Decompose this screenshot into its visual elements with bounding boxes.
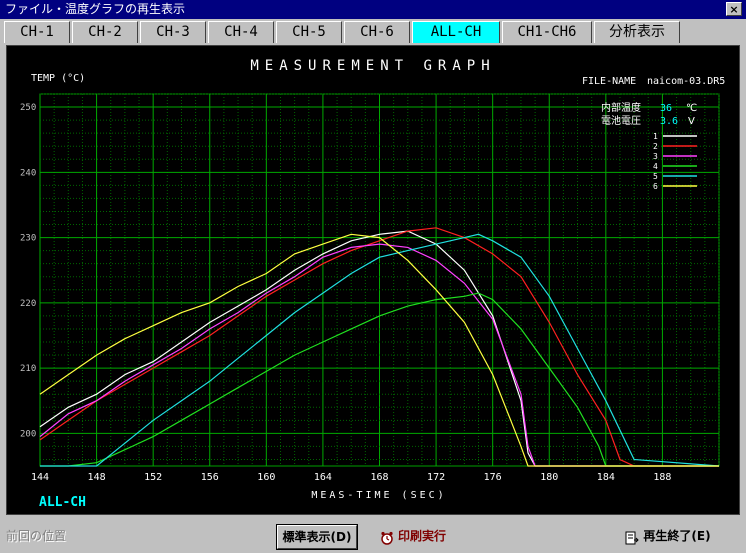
battery-voltage-value: 3.6 <box>660 116 678 127</box>
legend-label-ch5: 5 <box>653 172 658 181</box>
tab-analysis-display[interactable]: 分析表示 <box>594 21 680 43</box>
end-playback-button[interactable]: 再生終了(E) <box>620 525 716 549</box>
x-axis-label: MEAS-TIME (SEC) <box>311 490 446 501</box>
x-tick-label: 180 <box>540 472 558 483</box>
window-title: ファイル・温度グラフの再生表示 <box>5 2 186 16</box>
x-tick-label: 164 <box>314 472 332 483</box>
y-tick-label: 240 <box>20 168 36 178</box>
tab-ch1-ch6[interactable]: CH1-CH6 <box>502 21 592 43</box>
tab-ch-1[interactable]: CH-1 <box>4 21 70 43</box>
battery-voltage-label: 電池電圧 <box>601 114 641 127</box>
tab-ch-4[interactable]: CH-4 <box>208 21 274 43</box>
legend-label-ch3: 3 <box>653 152 658 161</box>
tab-ch-3[interactable]: CH-3 <box>140 21 206 43</box>
tab-ch-2[interactable]: CH-2 <box>72 21 138 43</box>
alarm-clock-icon <box>380 530 394 545</box>
y-tick-label: 210 <box>20 364 36 374</box>
legend-label-ch6: 6 <box>653 182 658 191</box>
x-tick-label: 152 <box>144 472 162 483</box>
y-tick-label: 220 <box>20 299 36 309</box>
x-tick-label: 172 <box>427 472 445 483</box>
y-axis-label: TEMP (°C) <box>31 73 85 84</box>
print-button-label: 印刷実行 <box>397 529 446 543</box>
battery-voltage-unit: V <box>688 116 695 127</box>
legend-label-ch4: 4 <box>653 162 658 171</box>
measurement-graph-panel: 200 210 220 230 240 250 144 148 152 156 160 164 168 1… <box>6 45 740 515</box>
standard-display-button[interactable]: 標準表示(D) <box>276 524 358 550</box>
exit-document-icon <box>625 530 640 544</box>
previous-position-button[interactable]: 前回の位置 <box>6 523 96 549</box>
channel-caption: ALL-CH <box>39 495 86 510</box>
x-tick-label: 148 <box>88 472 106 483</box>
chart-title: MEASUREMENT GRAPH <box>250 58 495 74</box>
y-tick-label: 230 <box>20 234 36 244</box>
tab-ch-5[interactable]: CH-5 <box>276 21 342 43</box>
internal-temp-value: 36 <box>660 103 672 114</box>
x-tick-label: 176 <box>484 472 502 483</box>
end-playback-label: 再生終了(E) <box>643 529 711 543</box>
internal-temp-label: 内部温度 <box>601 101 641 114</box>
x-tick-label: 156 <box>201 472 219 483</box>
internal-temp-unit: ℃ <box>686 103 697 114</box>
print-button[interactable]: 印刷実行 <box>372 525 454 549</box>
status-bar: 前回の位置 標準表示(D) 印刷実行 再生終了(E) <box>0 520 746 553</box>
x-tick-label: 144 <box>31 472 49 483</box>
close-button[interactable]: × <box>726 2 742 16</box>
x-tick-label: 184 <box>597 472 615 483</box>
file-name-label: FILE-NAME <box>582 76 636 87</box>
x-tick-label: 168 <box>370 472 388 483</box>
title-bar: ファイル・温度グラフの再生表示 × <box>0 0 746 19</box>
legend-label-ch2: 2 <box>653 142 658 151</box>
y-tick-label: 200 <box>20 429 36 439</box>
tab-all-ch[interactable]: ALL-CH <box>412 21 500 43</box>
tab-ch-6[interactable]: CH-6 <box>344 21 410 43</box>
y-tick-label: 250 <box>20 103 36 113</box>
file-name-value: naicom-03.DR5 <box>647 76 725 87</box>
x-tick-label: 188 <box>653 472 671 483</box>
measurement-chart: 200210220230240250144 148 152 156 160 164 168 1… <box>20 58 725 510</box>
legend-label-ch1: 1 <box>653 132 658 141</box>
x-tick-label: 160 <box>257 472 275 483</box>
